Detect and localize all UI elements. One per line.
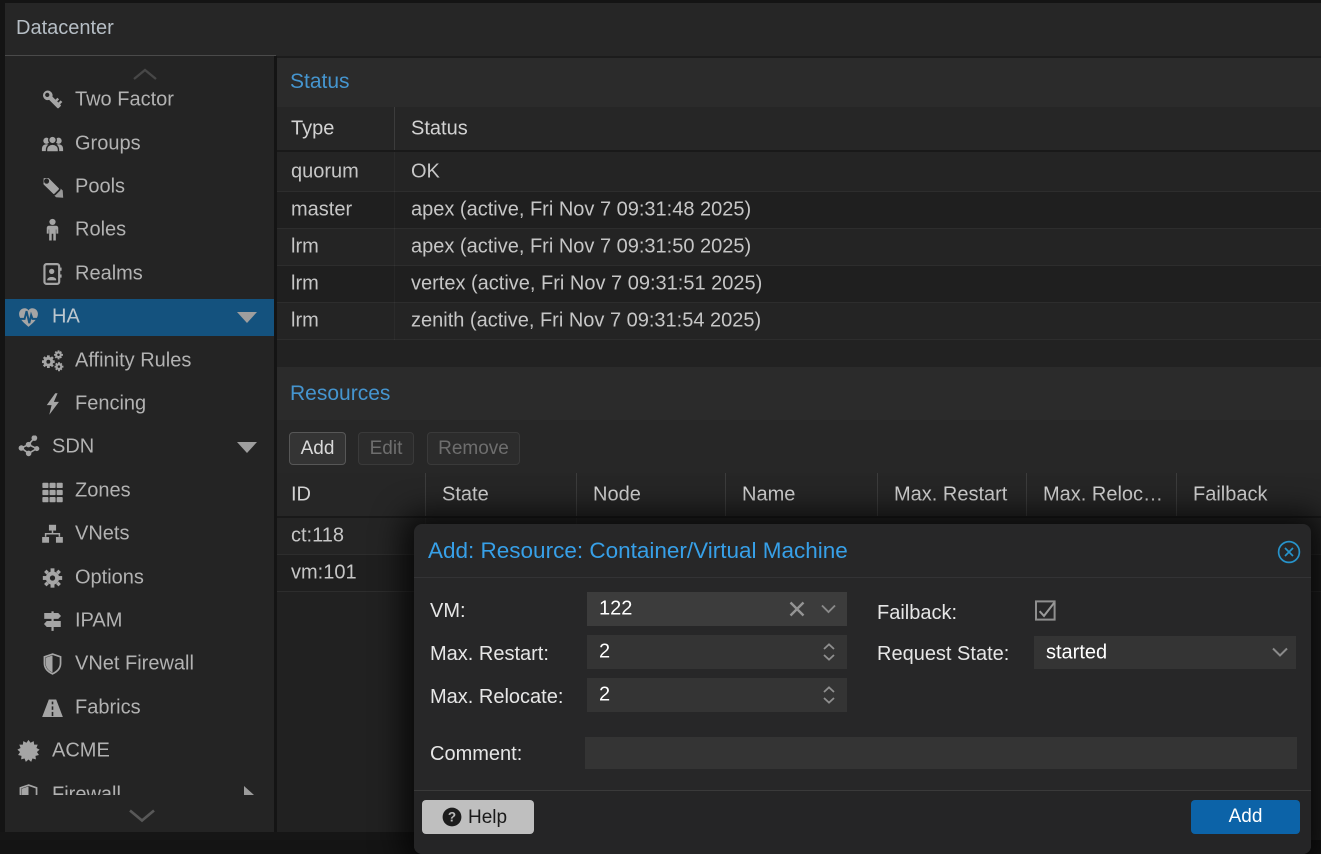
svg-text:?: ? (448, 810, 456, 825)
